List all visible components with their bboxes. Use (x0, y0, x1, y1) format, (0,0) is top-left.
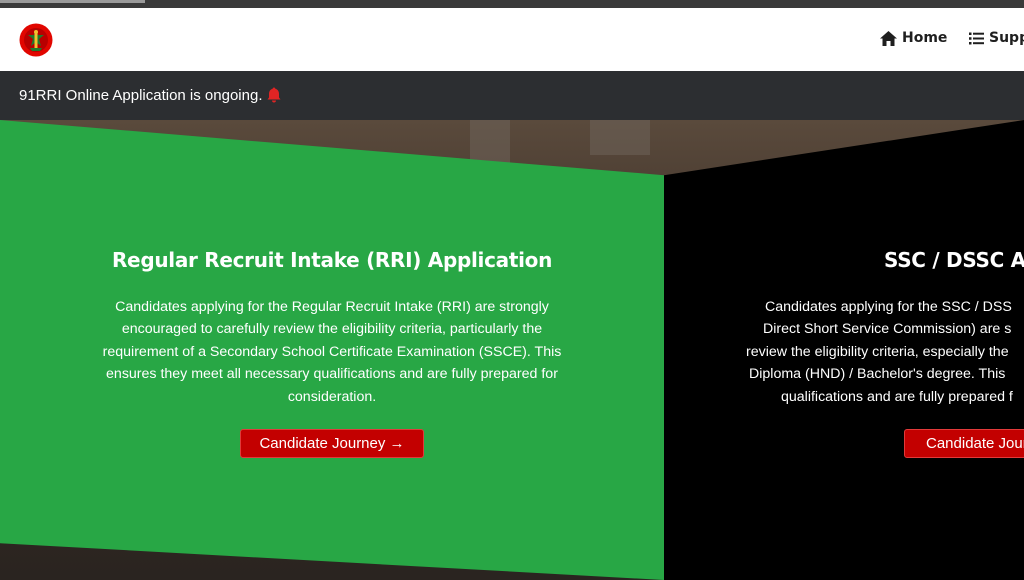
nav-support-link[interactable]: Supp (969, 30, 1024, 46)
rri-panel-title: Regular Recruit Intake (RRI) Application (111, 248, 553, 272)
rri-panel-description: Candidates applying for the Regular Recr… (82, 296, 582, 408)
navbar: Home Supp (0, 8, 1024, 71)
ssc-candidate-journey-button[interactable]: Candidate Jour (904, 429, 1024, 458)
army-logo[interactable] (19, 23, 53, 57)
home-icon (880, 30, 897, 46)
rri-description-line: Candidates applying for the Regular Recr… (115, 299, 549, 315)
background-building (590, 120, 650, 155)
nav-support-label: Supp (989, 30, 1024, 46)
background-building (470, 120, 510, 165)
ssc-panel-description: Candidates applying for the SSC / DSS Di… (740, 296, 1024, 408)
top-strip-highlight (0, 0, 145, 3)
ssc-description-line: Candidates applying for the SSC / DSS (765, 299, 1012, 315)
rri-description-line: consideration. (287, 388, 377, 405)
announcement-bar: 91RRI Online Application is ongoing. (0, 71, 1024, 120)
army-crest-icon (19, 23, 53, 57)
ssc-description-line: Direct Short Service Commission) are s (763, 321, 1012, 338)
announcement-text: 91RRI Online Application is ongoing. (19, 87, 263, 104)
rri-candidate-journey-button[interactable]: Candidate Journey → (240, 429, 424, 458)
nav-home-label: Home (902, 30, 948, 46)
ssc-description-line: Diploma (HND) / Bachelor's degree. This (749, 366, 1006, 383)
rri-description-line: ensures they meet all necessary qualific… (106, 366, 558, 383)
rri-description-line: requirement of a Secondary School Certif… (102, 343, 562, 360)
nav-home-link[interactable]: Home (880, 30, 947, 46)
browser-top-strip (0, 0, 1024, 8)
ssc-description-line: review the eligibility criteria, especia… (746, 343, 1009, 360)
ssc-description-line: qualifications and are fully prepared f (781, 388, 1013, 405)
bell-icon (267, 87, 280, 102)
hero-section: Regular Recruit Intake (RRI) Application… (0, 120, 1024, 580)
list-icon (969, 32, 984, 44)
rri-description-line: encouraged to carefully review the eligi… (121, 321, 543, 338)
ssc-panel-title: SSC / DSSC Ap (884, 248, 1024, 272)
